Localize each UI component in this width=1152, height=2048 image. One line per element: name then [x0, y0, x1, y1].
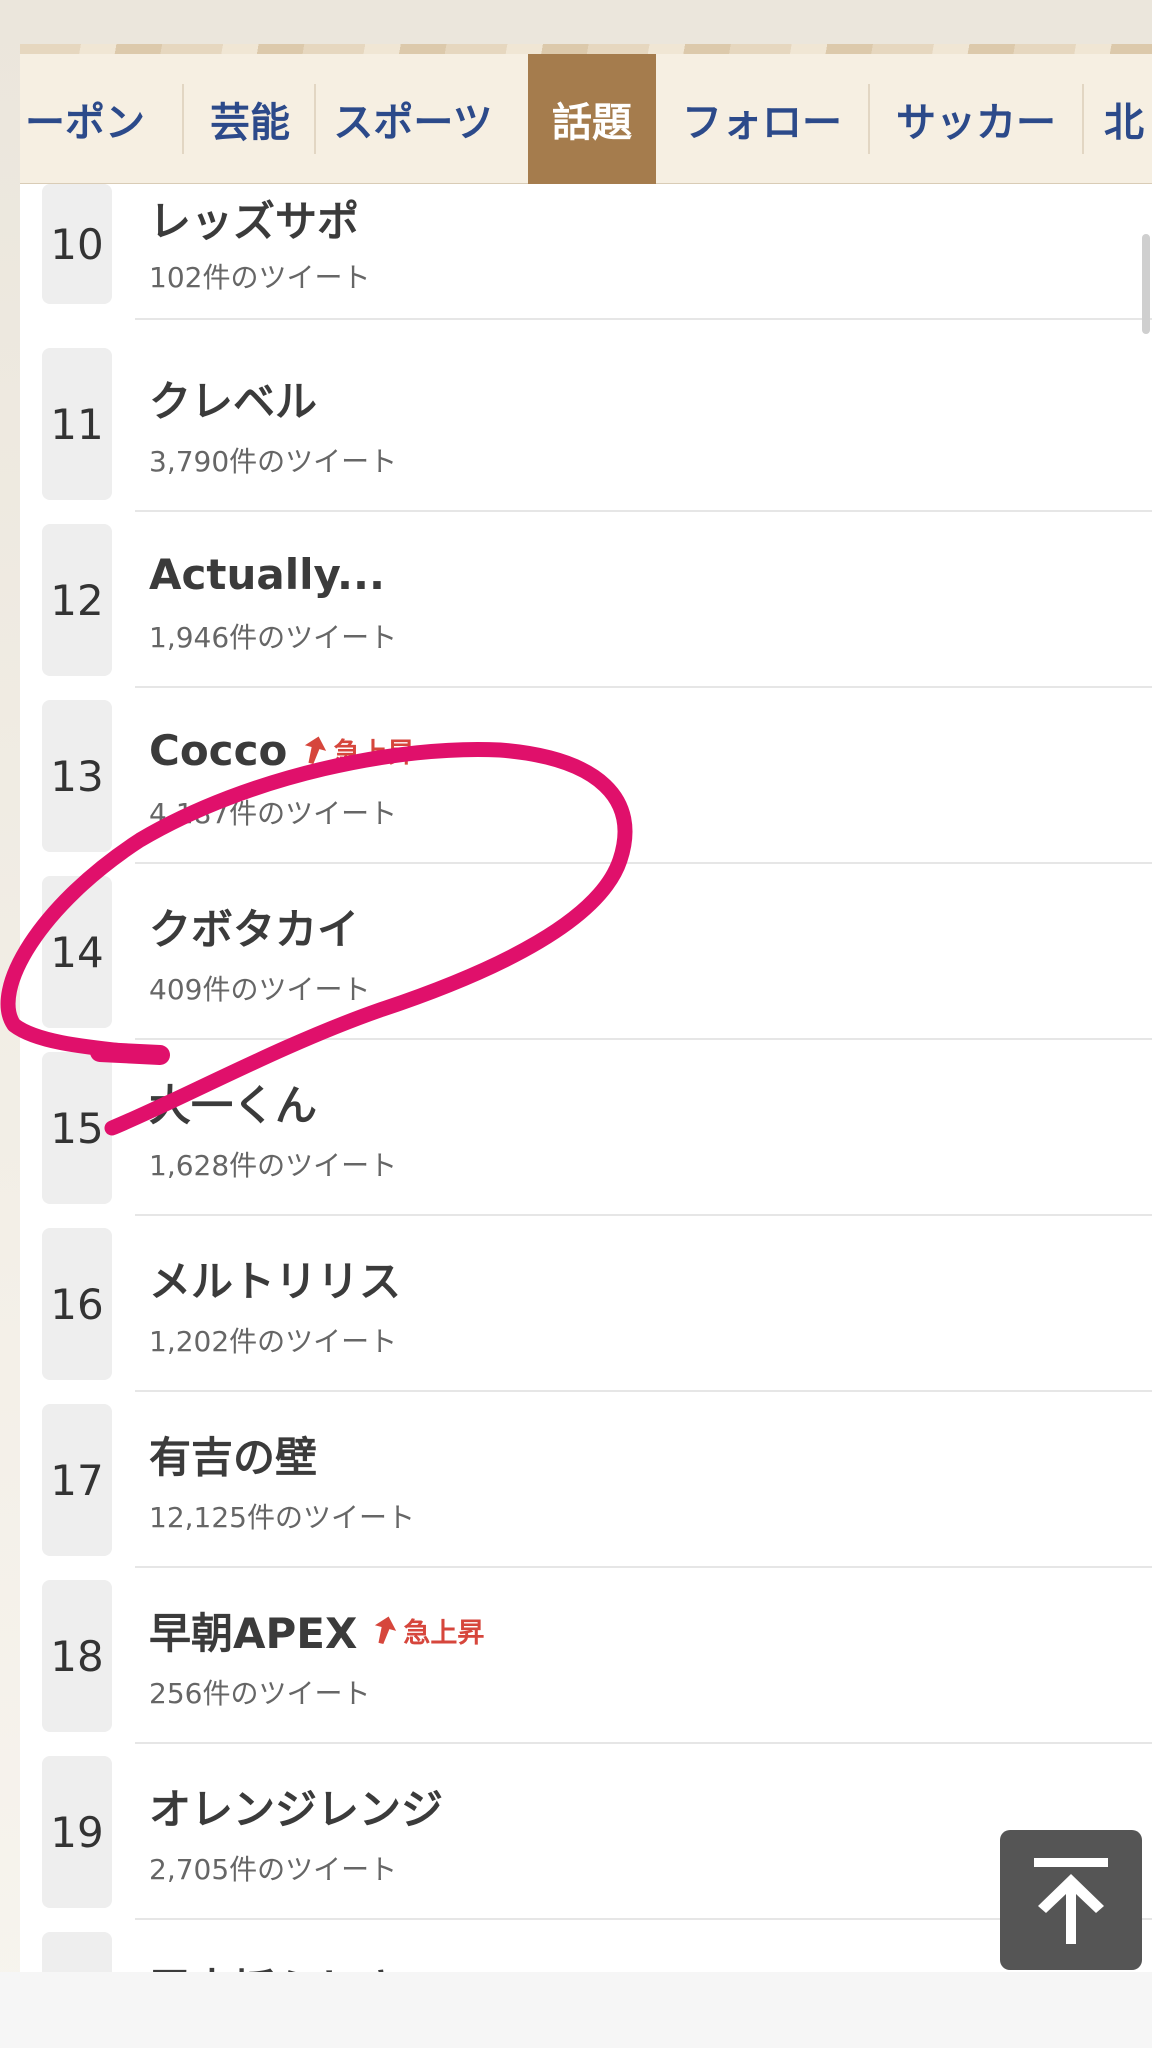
bottom-bar	[0, 1972, 1152, 2048]
trend-title: クレベル	[149, 376, 318, 426]
trend-title: 有吉の壁	[149, 1432, 318, 1482]
trend-row[interactable]: 15 大一くん 1,628件のツイート	[20, 1040, 1152, 1216]
trend-title: オレンジレンジ	[149, 1784, 444, 1834]
rank-badge: 10	[42, 184, 112, 304]
tweet-count: 2,705件のツイート	[149, 1853, 398, 1886]
surge-badge: 急上昇	[303, 731, 414, 770]
tweet-count: 12,125件のツイート	[149, 1501, 415, 1534]
tweet-count: 256件のツイート	[149, 1677, 371, 1710]
rank-badge: 13	[42, 700, 112, 852]
trend-title: レッズサポ	[149, 196, 360, 246]
tab-sports[interactable]: スポーツ	[316, 54, 510, 184]
tweet-count: 3,790件のツイート	[149, 445, 398, 478]
rank-badge: 11	[42, 348, 112, 500]
trend-title: クボタカイ	[149, 904, 360, 954]
trend-panel: ーポン 芸能 スポーツ 話題 フォロー サッカー 北 10 レッズサポ 102件…	[20, 54, 1152, 1972]
scrollbar[interactable]	[1142, 234, 1150, 334]
rank-badge: 17	[42, 1404, 112, 1556]
tab-soccer[interactable]: サッカー	[870, 54, 1082, 184]
tab-entertainment[interactable]: 芸能	[186, 54, 314, 184]
back-to-top-button[interactable]	[1000, 1830, 1142, 1970]
rank-badge: 15	[42, 1052, 112, 1204]
trend-title: Actually...	[149, 549, 385, 599]
arrow-up-icon	[375, 1616, 397, 1645]
trend-row[interactable]: 18 早朝APEX 急上昇 256件のツイート	[20, 1568, 1152, 1744]
category-tab-bar[interactable]: ーポン 芸能 スポーツ 話題 フォロー サッカー 北	[20, 54, 1152, 184]
tweet-count: 1,946件のツイート	[149, 621, 398, 654]
trend-row[interactable]: 12 Actually... 1,946件のツイート	[20, 512, 1152, 688]
trend-title: 大一くん	[149, 1080, 318, 1130]
arrow-up-icon	[305, 736, 327, 765]
trend-title: メルトリリス	[149, 1256, 402, 1306]
trend-row[interactable]: 17 有吉の壁 12,125件のツイート	[20, 1392, 1152, 1568]
tweet-count: 409件のツイート	[149, 973, 371, 1006]
rank-badge: 16	[42, 1228, 112, 1380]
trend-row[interactable]: 11 クレベル 3,790件のツイート	[20, 336, 1152, 512]
rank-badge: 18	[42, 1580, 112, 1732]
rank-badge	[42, 1932, 112, 1972]
arrow-up-to-line-icon	[1034, 1858, 1108, 1944]
tab-hokkaido[interactable]: 北	[1084, 54, 1152, 184]
trend-row[interactable]: 14 クボタカイ 409件のツイート	[20, 864, 1152, 1040]
rank-badge: 19	[42, 1756, 112, 1908]
surge-badge: 急上昇	[373, 1611, 484, 1650]
top-band	[0, 0, 1152, 44]
tab-coupon[interactable]: ーポン	[20, 54, 160, 184]
trend-row[interactable]: 16 メルトリリス 1,202件のツイート	[20, 1216, 1152, 1392]
tab-separator	[182, 84, 184, 154]
trend-row[interactable]: 19 オレンジレンジ 2,705件のツイート	[20, 1744, 1152, 1920]
trend-title: 忍吉坂らしき	[149, 1956, 401, 1973]
header-decoration	[20, 44, 1152, 54]
trend-title: 早朝APEX 急上昇	[149, 1608, 485, 1658]
tweet-count: 102件のツイート	[149, 261, 371, 294]
trend-row[interactable]: 13 Cocco 急上昇 4,187件のツイート	[20, 688, 1152, 864]
tweet-count: 1,628件のツイート	[149, 1149, 398, 1182]
tab-follow[interactable]: フォロー	[656, 54, 868, 184]
tweet-count: 1,202件のツイート	[149, 1325, 398, 1358]
row-divider	[135, 318, 1152, 320]
rank-badge: 14	[42, 876, 112, 1028]
trend-row[interactable]: 10 レッズサポ 102件のツイート	[20, 184, 1152, 360]
trend-row[interactable]: 忍吉坂らしき	[20, 1920, 1152, 1972]
tab-topics[interactable]: 話題	[528, 54, 656, 184]
rank-badge: 12	[42, 524, 112, 676]
trend-title: Cocco 急上昇	[149, 725, 415, 775]
tweet-count: 4,187件のツイート	[149, 797, 398, 830]
